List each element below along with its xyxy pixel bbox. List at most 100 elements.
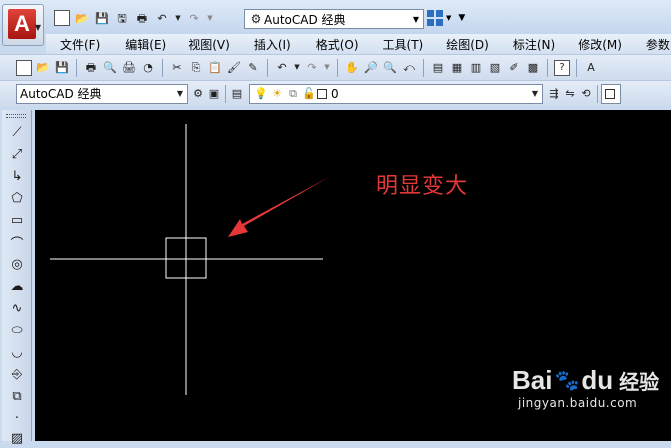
- help-icon[interactable]: ?: [554, 59, 570, 76]
- annotation-arrow: [228, 176, 331, 237]
- design-center-icon[interactable]: ▦: [449, 60, 465, 76]
- print-icon[interactable]: 🖶: [134, 10, 150, 26]
- viewport-freeze-icon: ⧉: [289, 87, 297, 100]
- 3d-print-icon[interactable]: ◔: [140, 60, 156, 76]
- properties-icon[interactable]: ▤: [430, 60, 446, 76]
- insert-block-icon[interactable]: ⎆: [7, 364, 27, 384]
- workspace-label: AutoCAD 经典: [20, 87, 102, 101]
- ellipse-icon[interactable]: ⬭: [7, 320, 27, 340]
- layer-properties-icon[interactable]: ▤: [229, 86, 245, 102]
- menu-tools[interactable]: 工具(T): [383, 36, 424, 53]
- chevron-down-icon: ▼: [412, 14, 420, 24]
- layer-select[interactable]: 💡 ☀ ⧉ 🔓 0 ▼: [249, 83, 543, 104]
- menu-edit[interactable]: 编辑(E): [125, 36, 166, 53]
- annotation-text: 明显变大: [376, 174, 469, 199]
- menu-view[interactable]: 视图(V): [188, 36, 230, 53]
- layer-previous-icon[interactable]: ⇋: [562, 86, 578, 102]
- grid-icon: [427, 10, 443, 26]
- menu-bar: 文件(F) 编辑(E) 视图(V) 插入(I) 格式(O) 工具(T) 绘图(D…: [46, 34, 671, 54]
- circle-icon[interactable]: ◎: [7, 254, 27, 274]
- workspace-grid-button[interactable]: ▼ ▼: [427, 10, 465, 26]
- sun-icon: ☀: [272, 87, 282, 100]
- quickcalc-icon[interactable]: ▩: [525, 60, 541, 76]
- menu-draw[interactable]: 绘图(D): [446, 36, 489, 53]
- color-select[interactable]: [601, 83, 621, 104]
- new-icon[interactable]: [16, 59, 32, 76]
- save-icon[interactable]: 💾: [94, 10, 110, 26]
- saveas-icon[interactable]: 🖫: [114, 10, 130, 26]
- menu-insert[interactable]: 插入(I): [254, 36, 291, 53]
- separator: [162, 58, 163, 77]
- arc-icon[interactable]: ⌒: [7, 232, 27, 252]
- markup-icon[interactable]: ✐: [506, 60, 522, 76]
- sheet-set-icon[interactable]: ▧: [487, 60, 503, 76]
- copy-icon[interactable]: ⎘: [188, 60, 204, 76]
- separator: [423, 58, 424, 77]
- chevron-down-icon: ▼: [531, 89, 539, 98]
- open-icon[interactable]: 📂: [74, 10, 90, 26]
- point-icon[interactable]: ·: [7, 408, 27, 428]
- styles-icon[interactable]: A: [583, 60, 599, 76]
- menu-modify[interactable]: 修改(M): [578, 36, 622, 53]
- cut-icon[interactable]: ✂: [169, 60, 185, 76]
- undo-dropdown-icon[interactable]: ▼: [293, 60, 301, 76]
- zoom-previous-icon[interactable]: ⤺: [401, 60, 417, 76]
- match-properties-icon[interactable]: 🖌: [226, 60, 242, 76]
- polygon-icon[interactable]: ⬠: [7, 188, 27, 208]
- publish-icon[interactable]: 🖨: [121, 60, 137, 76]
- watermark-brand-2: du: [581, 365, 614, 395]
- color-swatch: [605, 88, 615, 99]
- make-block-icon[interactable]: ⧉: [7, 386, 27, 406]
- block-editor-icon[interactable]: ✎: [245, 60, 261, 76]
- polyline-icon[interactable]: ↳: [7, 166, 27, 186]
- print-icon[interactable]: 🖶: [83, 60, 99, 76]
- toolbar-grip[interactable]: [6, 114, 26, 118]
- open-icon[interactable]: 📂: [35, 60, 51, 76]
- workspace-select[interactable]: ⚙ AutoCAD 经典 ▼: [244, 9, 424, 29]
- autocad-logo: A: [8, 9, 36, 39]
- menu-file[interactable]: 文件(F): [60, 36, 100, 53]
- workspace-select-2[interactable]: AutoCAD 经典 ▼: [16, 83, 188, 104]
- separator: [225, 84, 226, 103]
- workspace-settings-icon[interactable]: ⚙: [190, 86, 206, 102]
- redo-icon[interactable]: ↷: [304, 60, 320, 76]
- customize-dropdown-icon[interactable]: ▼: [458, 13, 465, 23]
- spline-icon[interactable]: ∿: [7, 298, 27, 318]
- undo-icon[interactable]: ↶: [154, 10, 170, 26]
- pan-icon[interactable]: ✋: [344, 60, 360, 76]
- menu-format[interactable]: 格式(O): [316, 36, 359, 53]
- make-current-icon[interactable]: ⇶: [546, 86, 562, 102]
- watermark-brand: Bai: [512, 365, 553, 395]
- ellipse-arc-icon[interactable]: ◡: [7, 342, 27, 362]
- layer-state-icon[interactable]: ⟲: [578, 86, 594, 102]
- construction-line-icon[interactable]: ⤢: [7, 144, 27, 164]
- undo-icon[interactable]: ↶: [274, 60, 290, 76]
- draw-toolbar: ⟋ ⤢ ↳ ⬠ ▭ ⌒ ◎ ☁ ∿ ⬭ ◡ ⎆ ⧉ · ▨: [2, 110, 32, 446]
- print-preview-icon[interactable]: 🔍: [102, 60, 118, 76]
- new-icon[interactable]: [54, 10, 70, 26]
- paste-icon[interactable]: 📋: [207, 60, 223, 76]
- zoom-window-icon[interactable]: 🔍: [382, 60, 398, 76]
- redo-dropdown-icon[interactable]: ▼: [206, 10, 214, 26]
- layer-name: 0: [331, 86, 339, 101]
- zoom-realtime-icon[interactable]: 🔎: [363, 60, 379, 76]
- redo-dropdown-icon[interactable]: ▼: [323, 60, 331, 76]
- tool-palettes-icon[interactable]: ▥: [468, 60, 484, 76]
- revision-cloud-icon[interactable]: ☁: [7, 276, 27, 296]
- chevron-down-icon: ▼: [176, 89, 184, 98]
- baidu-watermark: Bai 🐾 du 经验 jingyan.baidu.com: [512, 365, 662, 410]
- save-icon[interactable]: 💾: [54, 60, 70, 76]
- workspace-toggle-icon[interactable]: ▣: [206, 86, 222, 102]
- hatch-icon[interactable]: ▨: [7, 428, 27, 448]
- redo-icon[interactable]: ↷: [186, 10, 202, 26]
- line-icon[interactable]: ⟋: [7, 122, 27, 142]
- menu-dimension[interactable]: 标注(N): [513, 36, 555, 53]
- light-bulb-icon: 💡: [254, 87, 268, 100]
- rectangle-icon[interactable]: ▭: [7, 210, 27, 230]
- separator: [337, 58, 338, 77]
- undo-dropdown-icon[interactable]: ▼: [174, 10, 182, 26]
- menu-parametric[interactable]: 参数(P): [646, 36, 671, 53]
- standard-toolbar: 📂 💾 🖶 🔍 🖨 ◔ ✂ ⎘ 📋 🖌 ✎ ↶ ▼ ↷ ▼ ✋ 🔎 🔍 ⤺ ▤ …: [0, 54, 671, 80]
- application-menu-button[interactable]: A ▼: [2, 4, 44, 46]
- layers-toolbar: AutoCAD 经典 ▼ ⚙ ▣ ▤ 💡 ☀ ⧉ 🔓 0 ▼ ⇶ ⇋ ⟲: [0, 80, 671, 106]
